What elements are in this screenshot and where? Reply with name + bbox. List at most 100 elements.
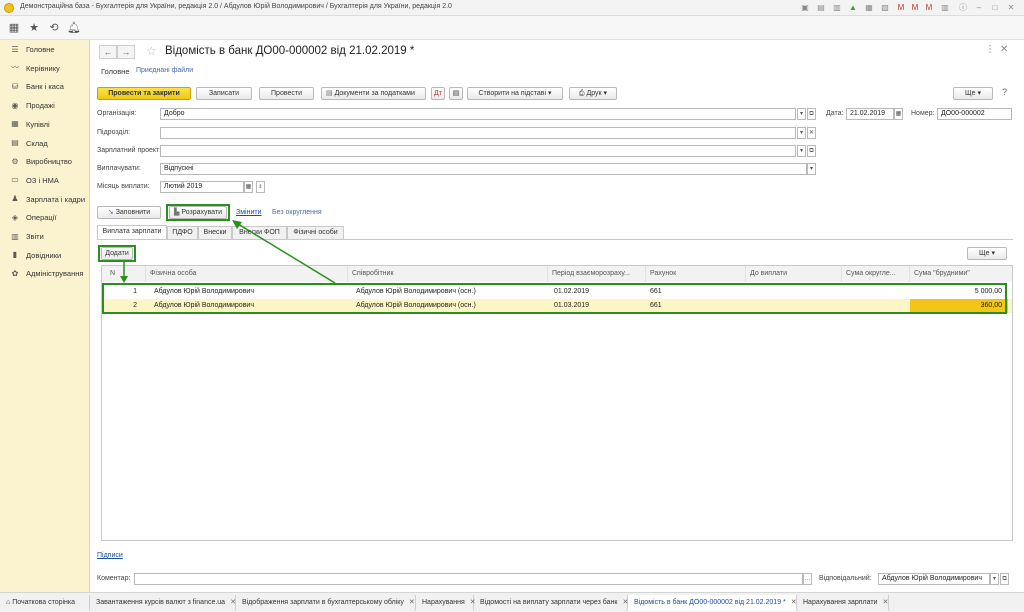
sidebar-item[interactable]: ♟ Зарплата і кадри [0,191,90,208]
tab-main[interactable]: Головне [101,67,130,76]
column-header[interactable]: Сума округле... [842,266,910,282]
bottom-tab[interactable]: Відомості на виплату зарплати через банк… [474,595,628,611]
column-header[interactable]: До виплати [746,266,842,282]
annotation-highlight [166,204,230,221]
sidebar-item[interactable]: ▮ Довідники [0,247,90,264]
bottom-tab[interactable]: Завантаження курсів валют з finance.ua ✕ [90,595,236,611]
sidebar-item[interactable]: ✿ Адміністрування [0,265,90,282]
calendar-icon[interactable]: ▦ [894,108,903,120]
tray-icon[interactable]: ▤ [816,3,826,13]
history-icon[interactable]: ⟲ [46,20,62,36]
tray-icon[interactable]: ▦ [864,3,874,13]
calendar-icon[interactable]: ▦ [244,181,253,193]
help-icon[interactable]: ? [1002,87,1007,97]
column-header[interactable]: Співробітник [348,266,548,282]
star-icon[interactable]: ★ [26,20,42,36]
sidebar-item[interactable]: ⚙ Виробництво [0,153,90,170]
post-button[interactable]: Провести [259,87,314,100]
bottom-tab-active[interactable]: Відомість в банк ДО00-000002 від 21.02.2… [628,595,797,611]
date-field[interactable]: 21.02.2019 [846,108,894,120]
open-icon[interactable]: ⧉ [807,145,816,157]
dt-kt-icon[interactable]: Дт [431,87,445,100]
salary-project-field[interactable] [160,145,796,157]
chevron-down-icon[interactable]: ▾ [807,163,816,175]
bottom-tab[interactable]: Нарахування зарплати ✕ [797,595,889,611]
tab-pdfo[interactable]: ПДФО [167,226,198,239]
tray-icon[interactable]: ▧ [880,3,890,13]
sidebar-item[interactable]: ☰ Головне [0,41,90,58]
tax-documents-button[interactable]: ▤ Документи за податками [321,87,426,100]
open-icon[interactable]: ⧉ [1000,573,1009,585]
clear-icon[interactable]: ✕ [807,127,816,139]
minimize-icon[interactable]: – [974,3,984,13]
organization-field[interactable]: Добро [160,108,796,120]
fill-button[interactable]: ➘ Заповнити [97,206,161,219]
tray-icon[interactable]: M [896,3,906,13]
tray-icon[interactable]: ▥ [940,3,950,13]
create-based-on-button[interactable]: Створити на підставі ▾ [467,87,563,100]
bottom-tab[interactable]: Відображення зарплати в бухгалтерському … [236,595,416,611]
responsible-field[interactable]: Абдулов Юрій Володимирович [878,573,990,585]
column-header[interactable]: Рахунок [646,266,746,282]
bank-icon: ⛁ [11,81,19,91]
window-close-icon[interactable]: ✕ [1000,44,1008,55]
bottom-tab[interactable]: Нарахування ✕ [416,595,476,611]
ellipsis-icon[interactable]: … [803,573,812,585]
more-icon[interactable]: ⋮ [985,44,995,55]
table-more-button[interactable]: Ще ▾ [967,247,1007,260]
open-icon[interactable]: ⧉ [807,108,816,120]
sidebar-item[interactable]: 〰 Керівнику [0,60,90,77]
sidebar-item[interactable]: ▤ Склад [0,135,90,152]
tab-salary-payment[interactable]: Виплата зарплати [97,225,167,239]
signatures-link[interactable]: Підписи [97,552,123,559]
print-button[interactable]: ⎙ Друк ▾ [569,87,617,100]
post-and-close-button[interactable]: Провести та закрити [97,87,191,100]
save-button[interactable]: Записати [196,87,252,100]
tab-fop-contributions[interactable]: Внески ФОП [232,226,287,239]
apps-grid-icon[interactable]: ▦ [6,20,22,36]
subdivision-field[interactable] [160,127,796,139]
bottom-tab-home[interactable]: ⌂ Початкова сторінка [0,595,90,611]
pay-type-select[interactable]: Відпускні [160,163,807,175]
dropdown-icon[interactable]: ▾ [797,127,806,139]
close-icon[interactable]: ✕ [409,599,415,606]
tray-icon[interactable]: M [910,3,920,13]
tray-icon[interactable]: M [924,3,934,13]
no-rounding-link[interactable]: Без округлення [272,209,322,216]
column-header[interactable]: Фізична особа [146,266,348,282]
report-icon[interactable]: ▤ [449,87,463,100]
sidebar-item[interactable]: ▭ ОЗ і НМА [0,172,90,189]
dropdown-icon[interactable]: ▾ [797,108,806,120]
bell-icon[interactable]: 🔔︎ [66,20,82,36]
column-header[interactable]: N [102,266,146,282]
forward-button[interactable]: → [117,45,135,59]
back-button[interactable]: ← [99,45,117,59]
tab-attached-files[interactable]: Приєднані файли [136,67,193,74]
dropdown-icon[interactable]: ▾ [990,573,999,585]
change-link[interactable]: Змінити [236,209,262,216]
tray-icon[interactable]: ▲ [848,3,858,13]
comment-field[interactable] [134,573,803,585]
tray-icon[interactable]: ▣ [800,3,810,13]
sidebar-item[interactable]: ◈ Операції [0,209,90,226]
pay-month-field[interactable]: Лютий 2019 [160,181,244,193]
info-icon[interactable]: ⓘ [958,3,968,13]
sidebar-item[interactable]: ⛁ Банк і каса [0,78,90,95]
tab-contributions[interactable]: Внески [198,226,232,239]
more-actions-button[interactable]: Ще ▾ [953,87,993,100]
close-icon[interactable]: ✕ [1006,3,1016,13]
close-icon[interactable]: ✕ [882,599,888,606]
number-field[interactable]: ДО00-000002 [937,108,1012,120]
column-header[interactable]: Період взаєморозраху... [548,266,646,282]
maximize-icon[interactable]: □ [990,3,1000,13]
sidebar-item[interactable]: ▦ Купівлі [0,116,90,133]
column-header[interactable]: Сума "брудними" [910,266,1012,282]
favorite-star-icon[interactable]: ☆ [146,44,157,58]
spinner-icon[interactable]: ⇕ [256,181,265,193]
sidebar-item[interactable]: ▥ Звіти [0,228,90,245]
close-icon[interactable]: ✕ [791,599,797,606]
tray-icon[interactable]: ▥ [832,3,842,13]
dropdown-icon[interactable]: ▾ [797,145,806,157]
tab-individuals[interactable]: Фізичні особи [287,226,344,239]
sidebar-item[interactable]: ◉ Продажі [0,97,90,114]
